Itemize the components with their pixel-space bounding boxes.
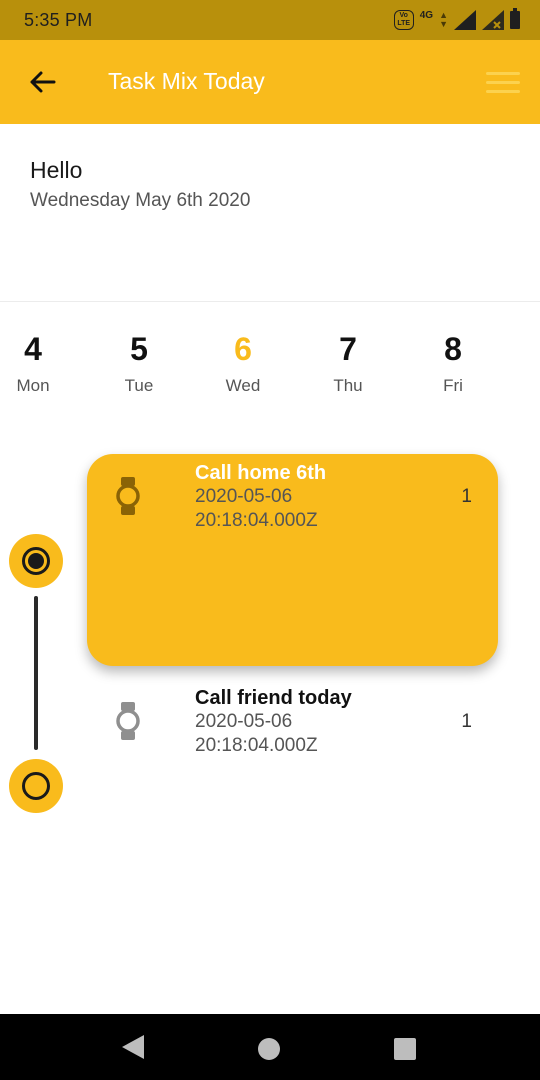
status-icons: Vo LTE 4G ▲ ▼ — [393, 8, 520, 32]
watch-icon — [116, 477, 140, 515]
day-number: 4 — [24, 331, 42, 367]
task-count: 1 — [461, 711, 472, 732]
network-type-label: 4G — [419, 9, 434, 21]
task-time: 20:18:04.000Z — [195, 735, 318, 756]
status-time: 5:35 PM — [24, 10, 93, 30]
greeting-section: Hello Wednesday May 6th 2020 — [0, 124, 540, 302]
timeline-node[interactable] — [9, 759, 63, 813]
hamburger-menu-icon — [486, 72, 520, 75]
day-number: 6 — [234, 331, 252, 367]
greeting-hello: Hello — [30, 157, 83, 183]
task-count: 1 — [461, 486, 472, 507]
timeline-line — [34, 596, 38, 750]
nav-back-icon[interactable] — [120, 1034, 146, 1060]
task-card[interactable]: Call friend today 2020-05-06 20:18:04.00… — [87, 679, 498, 763]
day-thu[interactable]: 7 Thu — [308, 330, 388, 396]
timeline-node-selected[interactable] — [9, 534, 63, 588]
day-name: Wed — [225, 376, 261, 395]
status-bar: 5:35 PM Vo LTE 4G ▲ ▼ — [0, 0, 540, 40]
nav-recents-icon[interactable] — [394, 1038, 416, 1060]
day-wed[interactable]: 6 Wed — [203, 330, 283, 396]
data-arrows-icon: ▲ ▼ — [439, 10, 448, 29]
day-number: 8 — [444, 331, 462, 367]
volte-icon: Vo LTE — [393, 10, 414, 30]
day-name: Thu — [333, 376, 363, 395]
system-nav-bar — [0, 1014, 540, 1080]
battery-icon — [510, 8, 520, 29]
signal-no-data-icon — [482, 10, 504, 30]
day-mon[interactable]: 4 Mon — [0, 330, 73, 396]
day-name: Tue — [124, 376, 154, 395]
day-number: 7 — [339, 331, 357, 367]
task-title: Call home 6th — [195, 462, 327, 484]
day-name: Mon — [16, 376, 50, 395]
day-number: 5 — [130, 331, 148, 367]
menu-button[interactable] — [482, 66, 526, 98]
task-time: 20:18:04.000Z — [195, 510, 318, 531]
day-name: Fri — [443, 376, 463, 395]
radio-unselected-icon — [22, 772, 50, 800]
signal-icon — [454, 10, 476, 30]
back-button[interactable] — [18, 60, 66, 104]
page-title: Task Mix Today — [108, 68, 265, 94]
task-title: Call friend today — [195, 687, 352, 709]
greeting-date: Wednesday May 6th 2020 — [30, 190, 251, 211]
task-card[interactable]: Call home 6th 2020-05-06 20:18:04.000Z 1 — [87, 454, 498, 666]
task-date: 2020-05-06 — [195, 486, 293, 507]
day-tue[interactable]: 5 Tue — [99, 330, 179, 396]
arrow-left-icon — [30, 71, 56, 93]
app-bar: Task Mix Today — [0, 40, 540, 124]
task-date: 2020-05-06 — [195, 711, 293, 732]
watch-icon — [116, 702, 140, 740]
day-fri[interactable]: 8 Fri — [413, 330, 493, 396]
nav-home-icon[interactable] — [258, 1038, 280, 1060]
